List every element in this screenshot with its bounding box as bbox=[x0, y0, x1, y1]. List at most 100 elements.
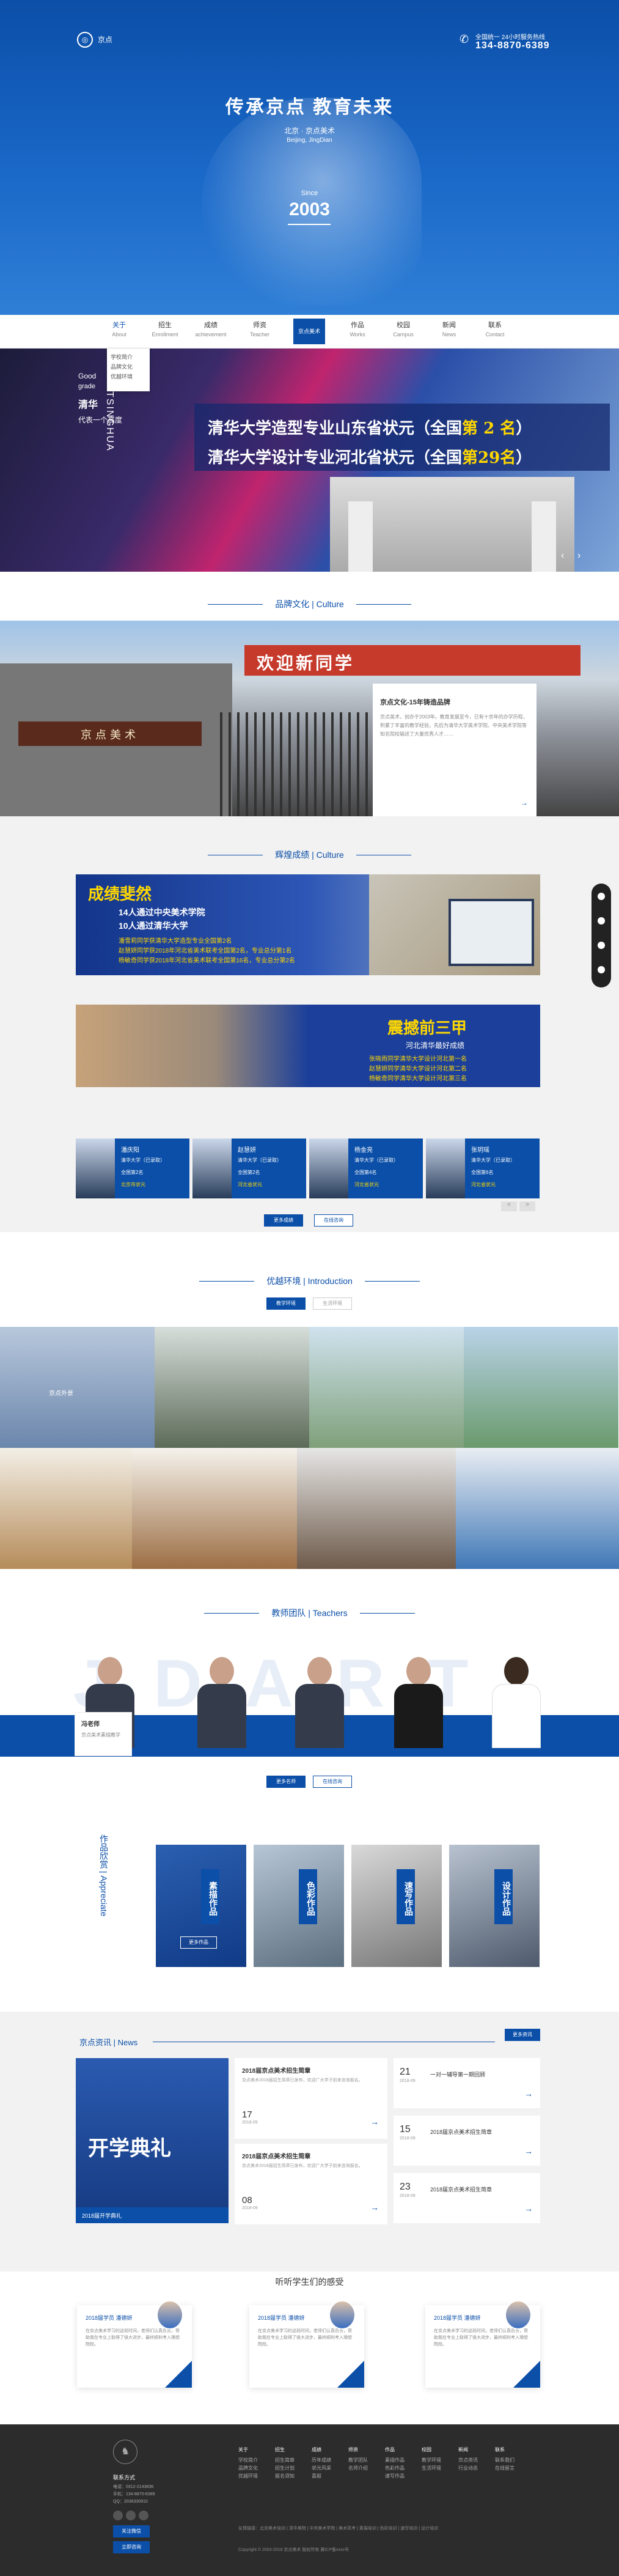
arrow-right-icon[interactable]: → bbox=[524, 2204, 533, 2213]
footer-col-head: 成绩 bbox=[312, 2447, 321, 2452]
nav-item-campus[interactable]: 校园 Campus bbox=[382, 320, 425, 338]
footer-link[interactable]: 生活环境 bbox=[422, 2464, 458, 2472]
footer-link[interactable]: 招生简章 bbox=[275, 2456, 312, 2464]
qq-icon[interactable] bbox=[598, 942, 605, 949]
news-item[interactable]: 2018届京点美术招生简章 京点美术2018届招生简章已发布，欢迎广大学子前来咨… bbox=[235, 2058, 387, 2139]
footer-link[interactable]: 教学环境 bbox=[422, 2456, 458, 2464]
news-feature[interactable]: 开学典礼 2018届开学典礼 bbox=[76, 2058, 229, 2223]
footer-link[interactable]: 行业动态 bbox=[458, 2464, 495, 2472]
arrow-right-icon[interactable]: → bbox=[524, 2089, 533, 2098]
nav-logo[interactable]: 京点美术 bbox=[293, 319, 325, 344]
banner-prev-icon[interactable]: ‹ bbox=[561, 550, 564, 561]
qq-icon[interactable] bbox=[139, 2511, 148, 2520]
nav-item-works[interactable]: 作品 Works bbox=[336, 320, 379, 338]
environment-gallery: 京点外景 bbox=[0, 1327, 619, 1584]
nav-item-news[interactable]: 新闻 News bbox=[428, 320, 471, 338]
phone-number[interactable]: 134-8870-6389 bbox=[475, 40, 550, 51]
student-card[interactable]: 赵慧妍 清华大学（已录取） 全国第2名 河北省状元 bbox=[192, 1139, 306, 1198]
phone-icon[interactable] bbox=[598, 917, 605, 924]
more-results-button[interactable]: 更多成绩 bbox=[264, 1214, 303, 1227]
arrow-right-icon[interactable]: → bbox=[521, 799, 528, 807]
arrow-right-icon[interactable]: → bbox=[524, 2146, 533, 2156]
user-icon[interactable] bbox=[598, 893, 605, 900]
teacher-card[interactable]: 冯老师 京点美术素描教学 bbox=[75, 1712, 132, 1756]
footer-link[interactable]: 历年成绩 bbox=[312, 2456, 348, 2464]
student-card[interactable]: 张玥瑶 清华大学（已录取） 全国第6名 河北省状元 bbox=[426, 1139, 540, 1198]
student-card[interactable]: 潘庆阳 清华大学（已录取） 全国第2名 北京市状元 bbox=[76, 1139, 189, 1198]
next-icon[interactable]: > bbox=[519, 1201, 535, 1211]
gallery-item[interactable] bbox=[464, 1327, 618, 1448]
news-list-item[interactable]: 15 2018-09 2018届京点美术招生简章 → bbox=[394, 2116, 540, 2166]
dropdown-item[interactable]: 学校简介 bbox=[111, 352, 146, 362]
more-works-button[interactable]: 更多作品 bbox=[180, 1936, 217, 1949]
culture-card[interactable]: 京点文化-15年铸造品牌 京点美术，创办于2003年。教育发展至今，已有十余年的… bbox=[373, 684, 537, 817]
friend-links[interactable]: 友情链接：北京美术培训 | 清华美院 | 中央美术学院 | 美术高考 | 素描培… bbox=[238, 2525, 544, 2531]
testimonial-card[interactable]: 2018届学员 潘德妍 在京点美术学习的这段时间，老师们认真负责，帮助我在专业上取… bbox=[425, 2300, 540, 2388]
wechat-icon[interactable] bbox=[598, 966, 605, 973]
footer-link[interactable]: 学校简介 bbox=[238, 2456, 275, 2464]
teacher-photo[interactable] bbox=[391, 1657, 446, 1810]
artwork-label: 色彩作品 bbox=[299, 1869, 317, 1924]
more-news-button[interactable]: 更多资讯 bbox=[505, 2029, 540, 2041]
testimonial-card[interactable]: 2018届学员 潘德妍 在京点美术学习的这段时间，老师们认真负责，帮助我在专业上取… bbox=[77, 2300, 192, 2388]
student-card[interactable]: 杨金亮 清华大学（已录取） 全国第4名 河北省状元 bbox=[309, 1139, 423, 1198]
dropdown-item[interactable]: 品牌文化 bbox=[111, 362, 146, 372]
nav-item-enrollment[interactable]: 招生 Enrollment bbox=[144, 320, 186, 338]
gallery-item[interactable] bbox=[456, 1448, 619, 1569]
teacher-photo[interactable] bbox=[489, 1657, 544, 1810]
gallery-item[interactable] bbox=[132, 1448, 297, 1569]
tab-living-env[interactable]: 生活环境 bbox=[313, 1297, 352, 1310]
ach1-line: 潘雪莉同学获清华大学造型专业全国第2名 bbox=[119, 938, 232, 945]
follow-wechat-button[interactable]: 关注微信 bbox=[113, 2525, 150, 2537]
footer-link[interactable]: 品牌文化 bbox=[238, 2464, 275, 2472]
dropdown-item[interactable]: 优越环境 bbox=[111, 372, 146, 382]
artwork-card-color[interactable]: 色彩作品 bbox=[254, 1845, 344, 1967]
consult-now-button[interactable]: 立即咨询 bbox=[113, 2541, 150, 2553]
footer-link[interactable]: 优越环境 bbox=[238, 2472, 275, 2480]
logo-emblem-icon[interactable]: ◎ bbox=[77, 32, 93, 48]
gallery-item[interactable] bbox=[309, 1327, 464, 1448]
student-rank: 全国第2名 bbox=[238, 1170, 260, 1175]
prev-icon[interactable]: < bbox=[501, 1201, 517, 1211]
footer-link[interactable]: 名师介绍 bbox=[348, 2464, 385, 2472]
news-list-item[interactable]: 23 2018-09 2018届京点美术招生简章 → bbox=[394, 2173, 540, 2223]
artwork-card-design[interactable]: 设计作品 bbox=[449, 1845, 540, 1967]
logo-text[interactable]: 京点 bbox=[98, 34, 112, 45]
arrow-right-icon[interactable]: → bbox=[370, 2202, 379, 2212]
artwork-card-sketch[interactable]: 素描作品 更多作品 bbox=[156, 1845, 246, 1967]
more-teachers-button[interactable]: 更多名师 bbox=[266, 1776, 306, 1788]
footer-link[interactable]: 联系我们 bbox=[495, 2456, 532, 2464]
teacher-photo[interactable] bbox=[194, 1657, 249, 1810]
nav-item-teacher[interactable]: 师资 Teacher bbox=[238, 320, 281, 338]
footer-link[interactable]: 素描作品 bbox=[385, 2456, 422, 2464]
footer-link[interactable]: 喜报 bbox=[312, 2472, 348, 2480]
arrow-right-icon[interactable]: → bbox=[370, 2117, 379, 2127]
weibo-icon[interactable] bbox=[126, 2511, 136, 2520]
footer-link[interactable]: 报名须知 bbox=[275, 2472, 312, 2480]
footer-link[interactable]: 状元风采 bbox=[312, 2464, 348, 2472]
gallery-item[interactable]: 京点外景 bbox=[0, 1327, 155, 1448]
student-school: 清华大学（已录取） bbox=[238, 1157, 282, 1163]
footer-link[interactable]: 速写作品 bbox=[385, 2472, 422, 2480]
artwork-card-speed[interactable]: 速写作品 bbox=[351, 1845, 442, 1967]
banner-next-icon[interactable]: › bbox=[577, 550, 581, 561]
footer-link[interactable]: 招生计划 bbox=[275, 2464, 312, 2472]
consult-button[interactable]: 在线咨询 bbox=[314, 1214, 353, 1227]
nav-item-achievement[interactable]: 成绩 achievement bbox=[189, 320, 232, 338]
news-list-item[interactable]: 21 2018-09 一对一辅导第一期回顾 → bbox=[394, 2058, 540, 2108]
footer-link[interactable]: 色彩作品 bbox=[385, 2464, 422, 2472]
footer-link[interactable]: 教学团队 bbox=[348, 2456, 385, 2464]
news-item[interactable]: 2018届京点美术招生简章 京点美术2018届招生简章已发布，欢迎广大学子前来咨… bbox=[235, 2144, 387, 2224]
nav-item-about[interactable]: 关于 About bbox=[98, 320, 141, 338]
footer-link[interactable]: 京点资讯 bbox=[458, 2456, 495, 2464]
consult-button[interactable]: 在线咨询 bbox=[313, 1776, 352, 1788]
gallery-item[interactable] bbox=[0, 1448, 132, 1569]
testimonial-card[interactable]: 2018届学员 潘德妍 在京点美术学习的这段时间，老师们认真负责，帮助我在专业上取… bbox=[249, 2300, 364, 2388]
gallery-item[interactable] bbox=[155, 1327, 309, 1448]
gallery-item[interactable] bbox=[297, 1448, 456, 1569]
nav-item-contact[interactable]: 联系 Contact bbox=[474, 320, 516, 338]
testimonial-text: 在京点美术学习的这段时间，老师们认真负责，帮助我在专业上取得了很大进步，最终顺利… bbox=[258, 2329, 352, 2347]
tab-teaching-env[interactable]: 教学环境 bbox=[266, 1297, 306, 1310]
wechat-icon[interactable] bbox=[113, 2511, 123, 2520]
footer-link[interactable]: 在线留言 bbox=[495, 2464, 532, 2472]
